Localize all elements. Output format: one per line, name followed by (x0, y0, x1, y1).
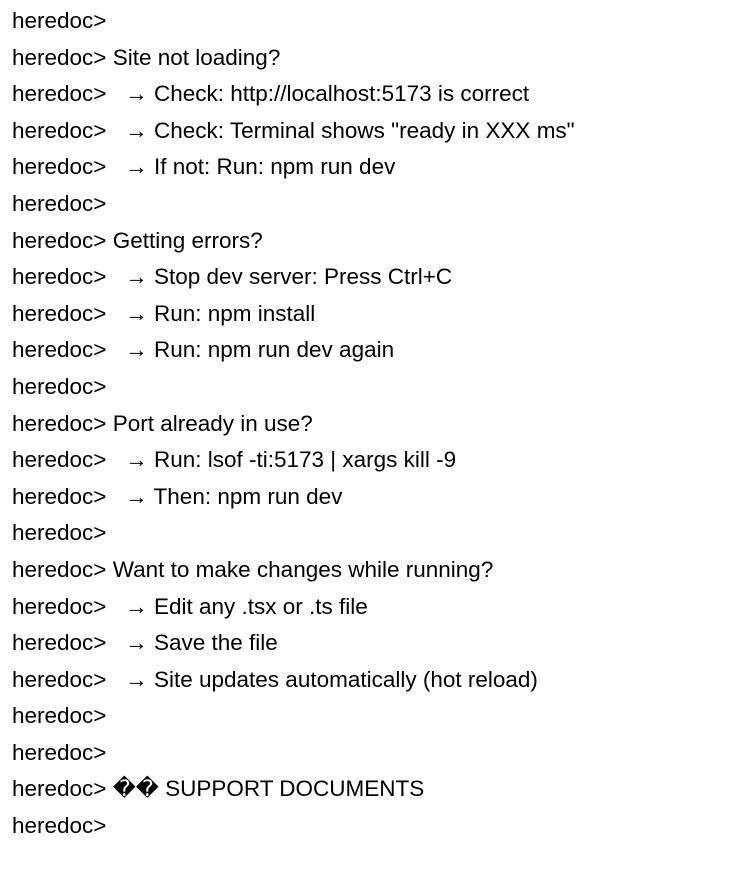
heredoc-prompt: heredoc> (12, 776, 107, 802)
heredoc-prompt: heredoc> (12, 556, 107, 582)
line-text: → Then: npm run dev (106, 483, 343, 509)
heredoc-prompt: heredoc> (12, 447, 107, 473)
heredoc-prompt: heredoc> (12, 227, 107, 253)
terminal-line: heredoc> (12, 186, 749, 223)
heredoc-prompt: heredoc> (12, 154, 107, 180)
line-text: → Site updates automatically (hot reload… (106, 666, 538, 692)
heredoc-prompt: heredoc> (12, 593, 107, 619)
line-text: → Edit any .tsx or .ts file (106, 593, 368, 619)
line-text: → Run: npm install (106, 300, 316, 326)
heredoc-prompt: heredoc> (12, 190, 107, 216)
heredoc-prompt: heredoc> (12, 337, 107, 363)
heredoc-prompt: heredoc> (12, 739, 107, 765)
terminal-line: heredoc> �� SUPPORT DOCUMENTS (12, 771, 749, 808)
terminal-output[interactable]: heredoc> heredoc> Site not loading? here… (0, 0, 749, 886)
terminal-line: heredoc> → Then: npm run dev (12, 479, 749, 516)
line-text: → Save the file (106, 630, 278, 656)
heredoc-prompt: heredoc> (12, 8, 107, 33)
line-text: Port already in use? (106, 410, 313, 436)
line-text: → Stop dev server: Press Ctrl+C (106, 264, 453, 290)
heredoc-prompt: heredoc> (12, 666, 107, 692)
heredoc-prompt: heredoc> (12, 520, 107, 546)
line-text: �� SUPPORT DOCUMENTS (106, 776, 425, 802)
terminal-line: heredoc> → Run: npm install (12, 296, 749, 333)
line-text: Getting errors? (106, 227, 263, 253)
terminal-line: heredoc> Site not loading? (12, 40, 749, 77)
heredoc-prompt: heredoc> (12, 813, 107, 839)
terminal-line: heredoc> Getting errors? (12, 223, 749, 260)
terminal-line: heredoc> (12, 515, 749, 552)
line-text: → Check: http://localhost:5173 is correc… (106, 81, 530, 107)
line-text: → If not: Run: npm run dev (106, 154, 396, 180)
terminal-line: heredoc> Want to make changes while runn… (12, 552, 749, 589)
line-text: Want to make changes while running? (106, 556, 494, 582)
terminal-line: heredoc> → Stop dev server: Press Ctrl+C (12, 259, 749, 296)
heredoc-prompt: heredoc> (12, 373, 107, 399)
terminal-line: heredoc> Port already in use? (12, 406, 749, 443)
heredoc-prompt: heredoc> (12, 117, 107, 143)
heredoc-prompt: heredoc> (12, 264, 107, 290)
terminal-line: heredoc> → Check: http://localhost:5173 … (12, 76, 749, 113)
line-text: → Run: lsof -ti:5173 | xargs kill -9 (106, 447, 457, 473)
terminal-line: heredoc> (12, 808, 749, 845)
heredoc-prompt: heredoc> (12, 81, 107, 107)
terminal-line: heredoc> → Check: Terminal shows "ready … (12, 113, 749, 150)
terminal-line: heredoc> (12, 3, 749, 40)
heredoc-prompt: heredoc> (12, 44, 107, 70)
terminal-line: heredoc> → Site updates automatically (h… (12, 662, 749, 699)
heredoc-prompt: heredoc> (12, 410, 107, 436)
line-text: → Run: npm run dev again (106, 337, 395, 363)
line-text: Site not loading? (106, 44, 281, 70)
terminal-line: heredoc> (12, 698, 749, 735)
terminal-line: heredoc> → If not: Run: npm run dev (12, 149, 749, 186)
terminal-line: heredoc> → Save the file (12, 625, 749, 662)
terminal-line: heredoc> (12, 369, 749, 406)
terminal-line: heredoc> → Run: lsof -ti:5173 | xargs ki… (12, 442, 749, 479)
terminal-line: heredoc> → Run: npm run dev again (12, 332, 749, 369)
terminal-line: heredoc> → Edit any .tsx or .ts file (12, 589, 749, 626)
terminal-line: heredoc> (12, 735, 749, 772)
heredoc-prompt: heredoc> (12, 300, 107, 326)
heredoc-prompt: heredoc> (12, 703, 107, 729)
line-text: → Check: Terminal shows "ready in XXX ms… (106, 117, 575, 143)
heredoc-prompt: heredoc> (12, 630, 107, 656)
heredoc-prompt: heredoc> (12, 483, 107, 509)
